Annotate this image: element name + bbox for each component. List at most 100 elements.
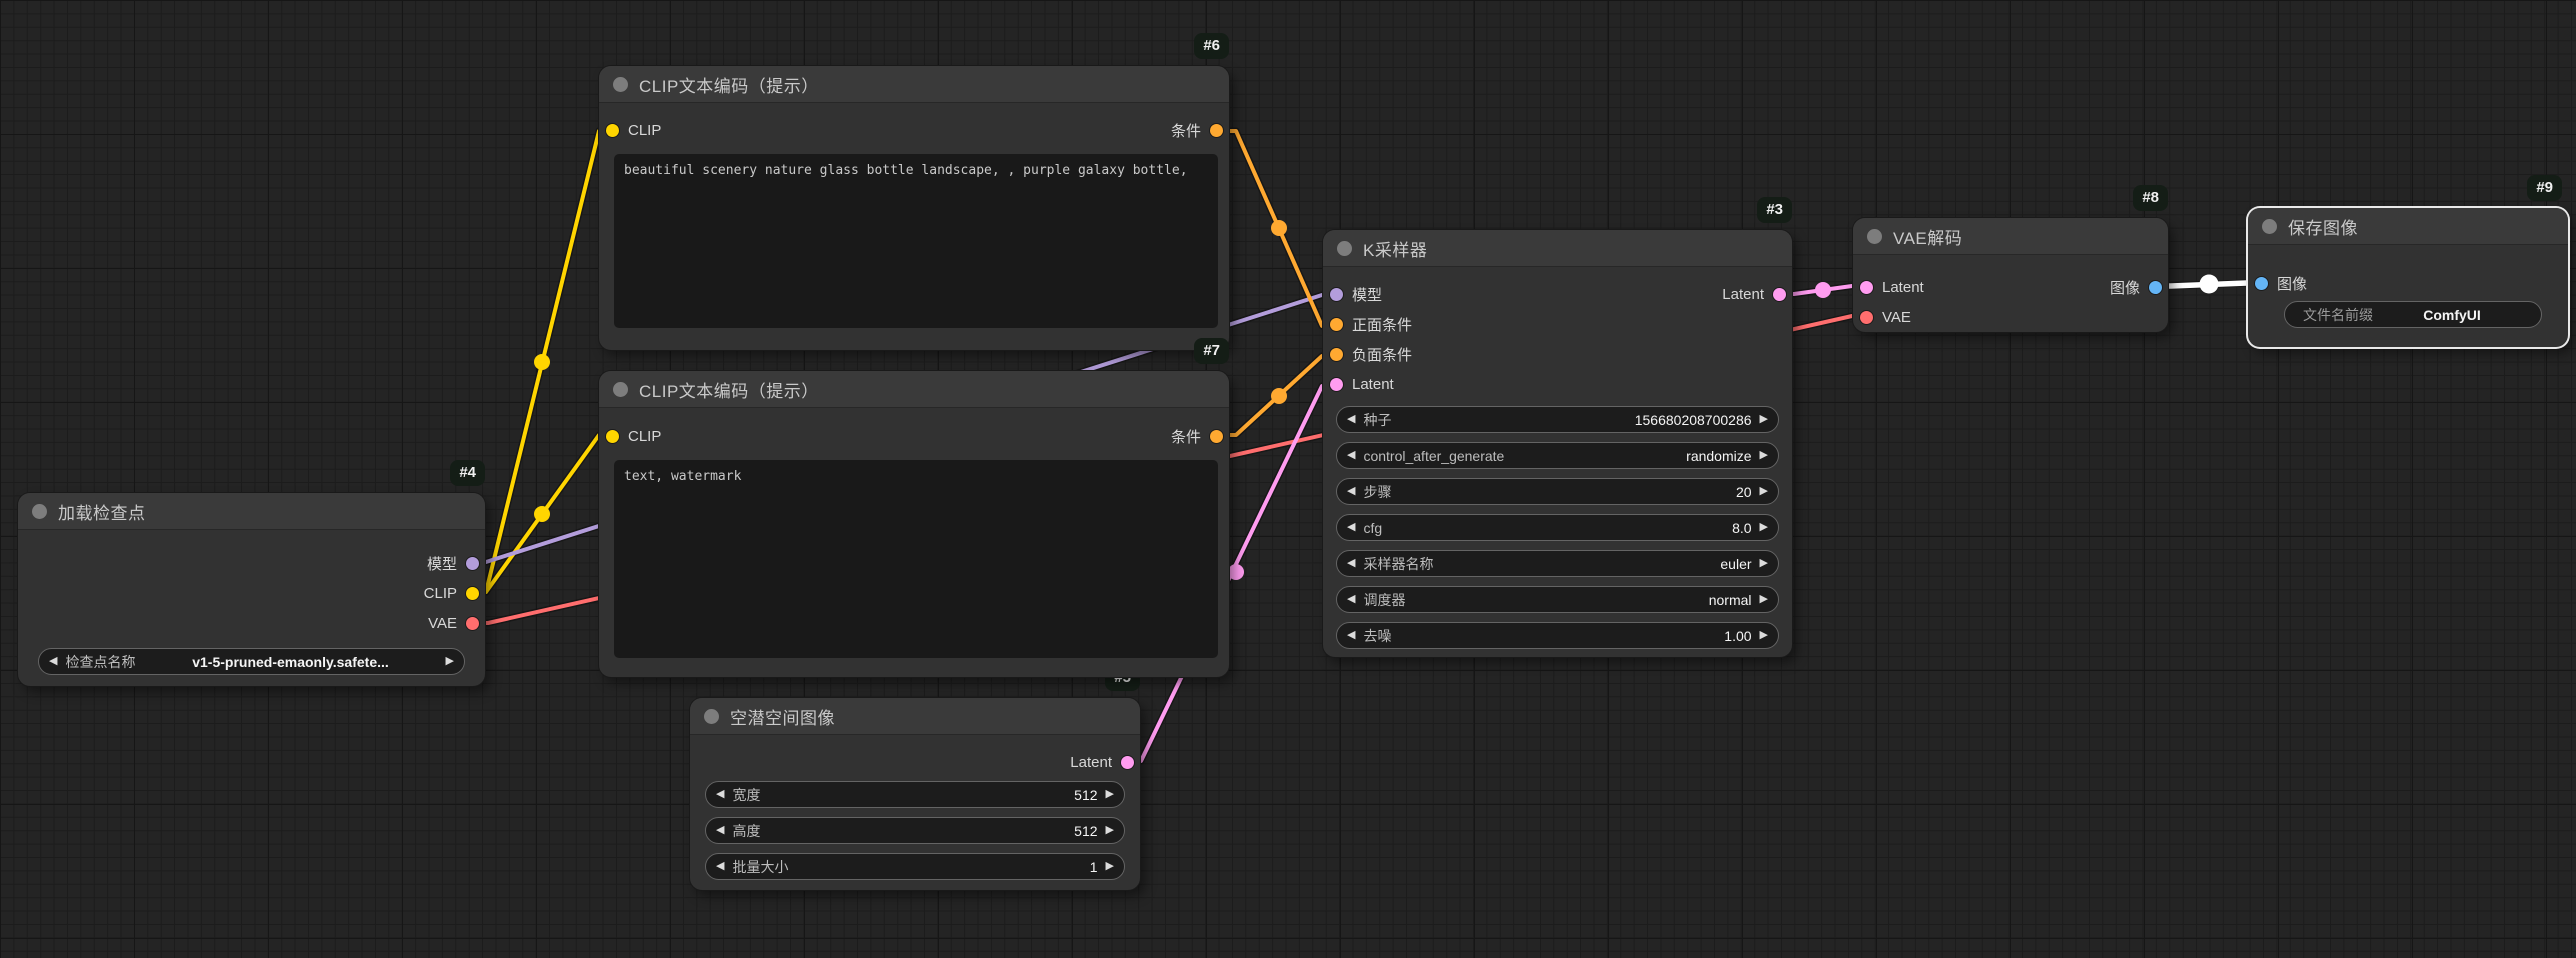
node-graph-canvas[interactable]: #6 CLIP文本编码（提示） CLIP 条件 beautiful scener… bbox=[0, 0, 2576, 958]
increment-arrow-icon[interactable] bbox=[1760, 486, 1768, 497]
node-clip-text-encode-negative[interactable]: #7 CLIP文本编码（提示） CLIP 条件 text, watermark bbox=[599, 371, 1229, 677]
decrement-arrow-icon[interactable] bbox=[716, 825, 724, 836]
node-header[interactable]: VAE解码 bbox=[1853, 218, 2168, 255]
node-status-dot-icon bbox=[1337, 241, 1352, 256]
decrement-arrow-icon[interactable] bbox=[1347, 414, 1355, 425]
output-slot-clip[interactable]: CLIP bbox=[424, 585, 485, 602]
slot-label: Latent bbox=[1722, 286, 1764, 303]
node-header[interactable]: 保存图像 bbox=[2248, 208, 2568, 245]
latent-slot-dot[interactable] bbox=[1860, 281, 1873, 294]
link-midpoint-dot bbox=[1271, 388, 1287, 404]
decrement-arrow-icon[interactable] bbox=[1347, 450, 1355, 461]
input-slot-latent[interactable]: Latent bbox=[1853, 279, 1924, 296]
control-after-generate-widget[interactable]: control_after_generate randomize bbox=[1336, 442, 1779, 469]
input-slot-negative[interactable]: 负面条件 bbox=[1323, 344, 1412, 365]
widget-value: 1 bbox=[796, 859, 1097, 875]
input-slot-clip[interactable]: CLIP bbox=[599, 122, 661, 139]
node-load-checkpoint[interactable]: #4 加载检查点 模型 CLIP VAE bbox=[18, 493, 485, 686]
batch-size-widget[interactable]: 批量大小 1 bbox=[705, 853, 1125, 880]
decrement-arrow-icon[interactable] bbox=[1347, 630, 1355, 641]
input-slot-clip[interactable]: CLIP bbox=[599, 428, 661, 445]
output-slot-conditioning[interactable]: 条件 bbox=[1171, 426, 1229, 447]
node-clip-text-encode-positive[interactable]: #6 CLIP文本编码（提示） CLIP 条件 beautiful scener… bbox=[599, 66, 1229, 350]
output-slot-latent[interactable]: Latent bbox=[1070, 754, 1140, 771]
output-slot-conditioning[interactable]: 条件 bbox=[1171, 120, 1229, 141]
output-slot-model[interactable]: 模型 bbox=[427, 553, 485, 574]
increment-arrow-icon[interactable] bbox=[1760, 558, 1768, 569]
node-status-dot-icon bbox=[704, 709, 719, 724]
image-slot-dot[interactable] bbox=[2149, 281, 2162, 294]
clip-slot-dot[interactable] bbox=[606, 430, 619, 443]
node-id-badge: #9 bbox=[2527, 175, 2562, 201]
steps-widget[interactable]: 步骤 20 bbox=[1336, 478, 1779, 505]
node-title: CLIP文本编码（提示） bbox=[639, 377, 819, 402]
increment-arrow-icon[interactable] bbox=[1760, 414, 1768, 425]
decrement-arrow-icon[interactable] bbox=[49, 656, 57, 667]
output-slot-image[interactable]: 图像 bbox=[2110, 277, 2168, 298]
increment-arrow-icon[interactable] bbox=[1106, 825, 1114, 836]
input-slot-vae[interactable]: VAE bbox=[1853, 309, 1911, 326]
widget-label: 调度器 bbox=[1363, 590, 1405, 610]
output-slot-vae[interactable]: VAE bbox=[428, 615, 485, 632]
increment-arrow-icon[interactable] bbox=[1106, 789, 1114, 800]
scheduler-widget[interactable]: 调度器 normal bbox=[1336, 586, 1779, 613]
node-header[interactable]: CLIP文本编码（提示） bbox=[599, 66, 1229, 103]
clip-slot-dot[interactable] bbox=[466, 587, 479, 600]
input-slot-positive[interactable]: 正面条件 bbox=[1323, 314, 1412, 335]
slot-label: 负面条件 bbox=[1352, 344, 1412, 365]
vae-slot-dot[interactable] bbox=[1860, 311, 1873, 324]
prompt-textarea[interactable]: beautiful scenery nature glass bottle la… bbox=[614, 154, 1218, 328]
decrement-arrow-icon[interactable] bbox=[1347, 558, 1355, 569]
widget-label: 去噪 bbox=[1363, 626, 1391, 646]
widget-value: 512 bbox=[768, 787, 1097, 803]
input-slot-image[interactable]: 图像 bbox=[2248, 273, 2307, 294]
node-status-dot-icon bbox=[613, 77, 628, 92]
conditioning-slot-dot[interactable] bbox=[1210, 124, 1223, 137]
filename-prefix-widget[interactable]: 文件名前缀 ComfyUI bbox=[2284, 301, 2542, 328]
node-header[interactable]: 加载检查点 bbox=[18, 493, 485, 530]
vae-slot-dot[interactable] bbox=[466, 617, 479, 630]
output-slot-latent[interactable]: Latent bbox=[1722, 286, 1792, 303]
node-vae-decode[interactable]: #8 VAE解码 Latent 图像 VAE bbox=[1853, 218, 2168, 332]
checkpoint-name-widget[interactable]: 检查点名称 v1-5-pruned-emaonly.safete... bbox=[38, 648, 465, 675]
seed-widget[interactable]: 种子 156680208700286 bbox=[1336, 406, 1779, 433]
decrement-arrow-icon[interactable] bbox=[1347, 522, 1355, 533]
slot-label: 图像 bbox=[2277, 273, 2307, 294]
sampler-name-widget[interactable]: 采样器名称 euler bbox=[1336, 550, 1779, 577]
latent-slot-dot[interactable] bbox=[1330, 378, 1343, 391]
conditioning-slot-dot[interactable] bbox=[1210, 430, 1223, 443]
decrement-arrow-icon[interactable] bbox=[716, 789, 724, 800]
conditioning-slot-dot[interactable] bbox=[1330, 348, 1343, 361]
input-slot-latent[interactable]: Latent bbox=[1323, 376, 1394, 393]
node-header[interactable]: CLIP文本编码（提示） bbox=[599, 371, 1229, 408]
node-save-image[interactable]: #9 保存图像 图像 文件名前缀 ComfyUI bbox=[2248, 208, 2568, 347]
node-header[interactable]: K采样器 bbox=[1323, 230, 1792, 267]
increment-arrow-icon[interactable] bbox=[1760, 522, 1768, 533]
model-slot-dot[interactable] bbox=[466, 557, 479, 570]
increment-arrow-icon[interactable] bbox=[1760, 450, 1768, 461]
latent-slot-dot[interactable] bbox=[1773, 288, 1786, 301]
increment-arrow-icon[interactable] bbox=[1106, 861, 1114, 872]
image-slot-dot[interactable] bbox=[2255, 277, 2268, 290]
widget-value: 1.00 bbox=[1399, 628, 1751, 644]
cfg-widget[interactable]: cfg 8.0 bbox=[1336, 514, 1779, 541]
decrement-arrow-icon[interactable] bbox=[716, 861, 724, 872]
node-empty-latent-image[interactable]: #5 空潜空间图像 Latent 宽度 512 bbox=[690, 698, 1140, 890]
widget-label: cfg bbox=[1363, 520, 1382, 536]
height-widget[interactable]: 高度 512 bbox=[705, 817, 1125, 844]
conditioning-slot-dot[interactable] bbox=[1330, 318, 1343, 331]
input-slot-model[interactable]: 模型 bbox=[1323, 284, 1382, 305]
width-widget[interactable]: 宽度 512 bbox=[705, 781, 1125, 808]
model-slot-dot[interactable] bbox=[1330, 288, 1343, 301]
increment-arrow-icon[interactable] bbox=[1760, 630, 1768, 641]
decrement-arrow-icon[interactable] bbox=[1347, 594, 1355, 605]
denoise-widget[interactable]: 去噪 1.00 bbox=[1336, 622, 1779, 649]
increment-arrow-icon[interactable] bbox=[446, 656, 454, 667]
node-header[interactable]: 空潜空间图像 bbox=[690, 698, 1140, 735]
prompt-textarea[interactable]: text, watermark bbox=[614, 460, 1218, 658]
latent-slot-dot[interactable] bbox=[1121, 756, 1134, 769]
decrement-arrow-icon[interactable] bbox=[1347, 486, 1355, 497]
node-ksampler[interactable]: #3 K采样器 模型 Latent 正面条件 bbox=[1323, 230, 1792, 657]
clip-slot-dot[interactable] bbox=[606, 124, 619, 137]
increment-arrow-icon[interactable] bbox=[1760, 594, 1768, 605]
